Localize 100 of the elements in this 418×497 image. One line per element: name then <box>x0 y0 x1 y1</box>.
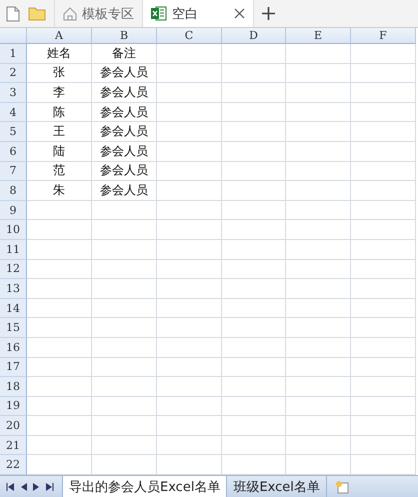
sheet-tab[interactable]: 班级Excel名单 <box>227 476 327 497</box>
column-header[interactable]: B <box>92 28 157 44</box>
table-cell[interactable] <box>351 436 416 456</box>
table-cell[interactable] <box>351 102 416 122</box>
table-cell[interactable] <box>351 122 416 142</box>
table-cell[interactable] <box>157 318 222 338</box>
table-cell[interactable] <box>157 358 222 378</box>
table-cell[interactable] <box>222 260 286 280</box>
table-cell[interactable] <box>286 377 351 397</box>
row-header[interactable]: 13 <box>0 279 27 299</box>
table-cell[interactable] <box>222 200 286 220</box>
table-cell[interactable] <box>351 260 416 280</box>
table-cell[interactable] <box>157 436 222 456</box>
table-cell[interactable] <box>92 298 157 318</box>
column-header[interactable]: F <box>351 28 416 44</box>
table-cell[interactable] <box>286 162 351 182</box>
row-header[interactable]: 1 <box>0 44 27 64</box>
table-cell[interactable] <box>286 260 351 280</box>
row-header[interactable]: 21 <box>0 436 27 456</box>
table-cell[interactable] <box>27 436 92 456</box>
row-header[interactable]: 5 <box>0 122 27 142</box>
table-cell[interactable] <box>286 318 351 338</box>
table-cell[interactable] <box>351 416 416 436</box>
table-cell[interactable] <box>27 377 92 397</box>
table-cell[interactable] <box>27 260 92 280</box>
table-cell[interactable] <box>27 358 92 378</box>
table-cell[interactable] <box>351 200 416 220</box>
table-cell[interactable] <box>351 162 416 182</box>
table-cell[interactable] <box>286 396 351 416</box>
table-cell[interactable] <box>157 220 222 240</box>
table-cell[interactable] <box>27 220 92 240</box>
table-cell[interactable] <box>286 240 351 260</box>
document-tab[interactable]: 空白 <box>142 0 254 27</box>
table-cell[interactable] <box>157 338 222 358</box>
table-cell[interactable]: 姓名 <box>27 44 92 64</box>
table-cell[interactable] <box>92 220 157 240</box>
row-header[interactable]: 9 <box>0 200 27 220</box>
table-cell[interactable] <box>351 279 416 299</box>
table-cell[interactable] <box>222 44 286 64</box>
row-header[interactable]: 4 <box>0 102 27 122</box>
table-cell[interactable] <box>286 416 351 436</box>
table-cell[interactable] <box>351 240 416 260</box>
table-cell[interactable] <box>286 436 351 456</box>
table-cell[interactable]: 参会人员 <box>92 181 157 201</box>
column-header[interactable]: C <box>157 28 222 44</box>
table-cell[interactable] <box>222 142 286 162</box>
folder-icon[interactable] <box>28 6 46 21</box>
table-cell[interactable] <box>157 396 222 416</box>
table-cell[interactable]: 陆 <box>27 142 92 162</box>
table-cell[interactable] <box>157 298 222 318</box>
table-cell[interactable] <box>157 83 222 103</box>
column-header[interactable]: A <box>27 28 92 44</box>
table-cell[interactable] <box>92 396 157 416</box>
table-cell[interactable] <box>286 142 351 162</box>
table-cell[interactable] <box>286 298 351 318</box>
last-sheet-icon[interactable] <box>45 482 54 490</box>
table-cell[interactable] <box>157 102 222 122</box>
table-cell[interactable] <box>222 318 286 338</box>
table-cell[interactable] <box>286 122 351 142</box>
table-cell[interactable] <box>92 377 157 397</box>
table-cell[interactable] <box>157 44 222 64</box>
table-cell[interactable] <box>222 102 286 122</box>
row-header[interactable]: 7 <box>0 162 27 182</box>
table-cell[interactable]: 朱 <box>27 181 92 201</box>
row-header[interactable]: 11 <box>0 240 27 260</box>
table-cell[interactable] <box>27 240 92 260</box>
table-cell[interactable] <box>351 298 416 318</box>
table-cell[interactable] <box>286 102 351 122</box>
table-cell[interactable] <box>222 83 286 103</box>
row-header[interactable]: 16 <box>0 338 27 358</box>
table-cell[interactable] <box>286 83 351 103</box>
table-cell[interactable] <box>92 240 157 260</box>
table-cell[interactable] <box>286 338 351 358</box>
table-cell[interactable]: 范 <box>27 162 92 182</box>
table-cell[interactable] <box>222 240 286 260</box>
table-cell[interactable]: 参会人员 <box>92 142 157 162</box>
table-cell[interactable] <box>92 358 157 378</box>
plus-icon[interactable] <box>262 7 275 20</box>
table-cell[interactable] <box>92 338 157 358</box>
table-cell[interactable] <box>157 122 222 142</box>
table-cell[interactable] <box>222 338 286 358</box>
table-cell[interactable] <box>157 416 222 436</box>
table-cell[interactable] <box>286 64 351 84</box>
row-header[interactable]: 22 <box>0 455 27 475</box>
table-cell[interactable] <box>157 64 222 84</box>
table-cell[interactable]: 张 <box>27 64 92 84</box>
row-header[interactable]: 6 <box>0 142 27 162</box>
table-cell[interactable] <box>351 44 416 64</box>
table-cell[interactable] <box>222 416 286 436</box>
table-cell[interactable] <box>157 377 222 397</box>
table-cell[interactable] <box>222 64 286 84</box>
table-cell[interactable] <box>351 377 416 397</box>
row-header[interactable]: 20 <box>0 416 27 436</box>
table-cell[interactable] <box>351 181 416 201</box>
row-header[interactable]: 10 <box>0 220 27 240</box>
table-cell[interactable] <box>286 181 351 201</box>
table-cell[interactable] <box>222 377 286 397</box>
table-cell[interactable] <box>286 200 351 220</box>
table-cell[interactable] <box>351 338 416 358</box>
row-header[interactable]: 8 <box>0 181 27 201</box>
